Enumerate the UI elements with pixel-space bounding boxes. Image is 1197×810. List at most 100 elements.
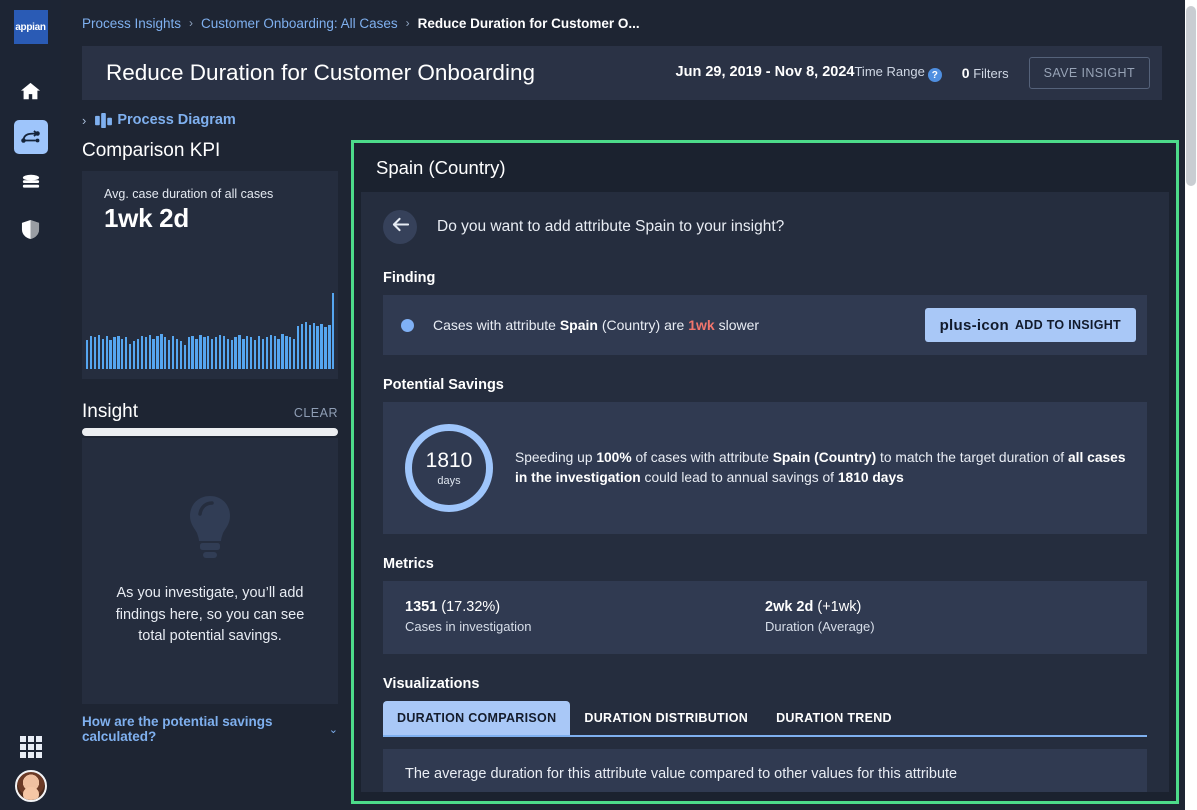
kpi-bar <box>281 334 284 369</box>
grid-apps-icon[interactable] <box>19 736 42 758</box>
kpi-bar <box>214 337 218 369</box>
kpi-bar <box>289 337 292 369</box>
filters-control[interactable]: 0 Filters <box>962 65 1009 81</box>
time-range-control[interactable]: Jun 29, 2019 - Nov 8, 2024Time Range? <box>676 64 942 83</box>
finding-row: Cases with attribute Spain (Country) are… <box>383 295 1147 355</box>
kpi-bar <box>113 337 116 369</box>
insight-horizontal-scrollbar[interactable] <box>82 428 338 436</box>
metric-cases-number: 1351 <box>405 599 438 615</box>
kpi-bar <box>304 321 308 369</box>
add-to-insight-button[interactable]: plus-icon ADD TO INSIGHT <box>924 308 1136 342</box>
kpi-bar <box>207 336 210 369</box>
kpi-bar <box>230 339 233 369</box>
kpi-bar <box>89 336 93 369</box>
kpi-bar <box>332 293 335 369</box>
kpi-bar <box>183 344 186 369</box>
kpi-bar <box>117 336 120 369</box>
main-area: Process Insights › Customer Onboarding: … <box>61 0 1197 810</box>
add-to-insight-label: ADD TO INSIGHT <box>1014 318 1121 332</box>
kpi-bar <box>125 337 128 369</box>
help-icon[interactable]: ? <box>927 68 942 83</box>
process-diagram-toggle[interactable]: › Process Diagram <box>82 112 1197 128</box>
chevron-down-icon: ⌄ <box>328 723 338 736</box>
kpi-bar <box>93 337 97 369</box>
plus-icon: plus-icon <box>939 316 1009 334</box>
kpi-bar <box>296 325 300 369</box>
kpi-bar <box>101 338 104 369</box>
breadcrumb: Process Insights › Customer Onboarding: … <box>61 0 1197 46</box>
finding-attribute: Spain <box>559 317 598 333</box>
kpi-bar <box>273 336 276 369</box>
kpi-bar <box>144 337 147 369</box>
comparison-kpi-card: Avg. case duration of all cases 1wk 2d <box>82 171 338 379</box>
breadcrumb-separator-icon: › <box>405 16 410 30</box>
content-columns: Comparison KPI Avg. case duration of all… <box>61 140 1197 804</box>
finding-heading: Finding <box>383 270 436 286</box>
appian-logo[interactable]: appian <box>13 10 48 44</box>
page-scrollbar-thumb[interactable] <box>1186 6 1196 186</box>
kpi-bar <box>132 340 136 369</box>
savings-explainer-link[interactable]: How are the potential savings calculated… <box>82 714 338 744</box>
page-scrollbar[interactable] <box>1185 0 1197 810</box>
sidebar-item-home[interactable] <box>14 74 48 108</box>
filters-label: Filters <box>973 66 1009 81</box>
lightbulb-icon <box>184 494 236 565</box>
finding-suffix: slower <box>714 317 760 333</box>
kpi-bar <box>308 324 311 369</box>
kpi-bar <box>164 337 167 369</box>
back-button[interactable] <box>383 210 417 244</box>
insight-empty-state: As you investigate, you’ll add findings … <box>82 438 338 704</box>
savings-donut-unit: days <box>437 474 461 487</box>
panel-title: Spain (Country) <box>376 157 506 178</box>
potential-savings-block: 1810 days Speeding up 100% of cases with… <box>383 402 1147 534</box>
metric-duration-value: 2wk 2d (+1wk) <box>765 599 1125 615</box>
tab-duration-comparison[interactable]: DURATION COMPARISON <box>383 701 571 735</box>
sidebar-item-process-insights[interactable] <box>13 120 48 154</box>
app-root: appian Process Insights › Customer Onboa… <box>0 0 1197 810</box>
savings-row: 1810 days Speeding up 100% of cases with… <box>383 402 1147 534</box>
kpi-bar <box>121 338 124 369</box>
metric-duration-number: 2wk 2d <box>765 599 814 615</box>
kpi-bar <box>293 338 296 369</box>
insight-empty-text: As you investigate, you’ll add findings … <box>115 584 305 645</box>
kpi-bar <box>128 343 132 369</box>
kpi-bar <box>324 326 327 369</box>
savings-donut: 1810 days <box>405 424 493 512</box>
breadcrumb-link-1[interactable]: Customer Onboarding: All Cases <box>201 16 398 31</box>
sidebar-item-data[interactable] <box>14 166 48 200</box>
kpi-bar <box>246 336 249 369</box>
kpi-bar <box>136 338 140 369</box>
kpi-bar <box>261 338 265 369</box>
kpi-bar <box>199 335 202 369</box>
finding-block: Cases with attribute Spain (Country) are… <box>383 295 1147 355</box>
visualization-card: The average duration for this attribute … <box>383 749 1147 792</box>
breadcrumb-separator-icon: › <box>189 16 194 30</box>
potential-savings-heading: Potential Savings <box>383 377 504 393</box>
question-row: Do you want to add attribute Spain to yo… <box>383 210 1147 244</box>
process-icon <box>20 128 41 146</box>
kpi-bar <box>234 337 237 369</box>
savings-t1: Speeding up <box>515 450 597 465</box>
kpi-bar <box>226 338 229 369</box>
savings-b4: 1810 days <box>837 470 904 485</box>
kpi-bar <box>160 334 163 369</box>
left-column: Comparison KPI Avg. case duration of all… <box>82 140 351 804</box>
tab-duration-trend[interactable]: DURATION TREND <box>762 701 906 735</box>
kpi-bar <box>105 336 108 369</box>
database-icon <box>21 174 41 192</box>
savings-b1: 100% <box>596 450 632 465</box>
sidebar-item-security[interactable] <box>14 212 48 246</box>
tab-duration-distribution[interactable]: DURATION DISTRIBUTION <box>570 701 762 735</box>
clear-insight-button[interactable]: CLEAR <box>294 406 338 420</box>
visualization-tabs: DURATION COMPARISON DURATION DISTRIBUTIO… <box>383 701 1147 737</box>
breadcrumb-current: Reduce Duration for Customer O... <box>417 15 640 31</box>
avatar[interactable] <box>14 770 47 802</box>
breadcrumb-link-0[interactable]: Process Insights <box>82 16 181 31</box>
kpi-bar <box>191 336 194 369</box>
kpi-bar <box>242 338 245 369</box>
savings-b2: Spain (Country) <box>772 450 877 465</box>
finding-delta: 1wk <box>688 317 715 333</box>
kpi-bar <box>187 337 190 369</box>
finding-mid: (Country) are <box>597 317 689 333</box>
save-insight-button[interactable]: SAVE INSIGHT <box>1028 57 1150 89</box>
